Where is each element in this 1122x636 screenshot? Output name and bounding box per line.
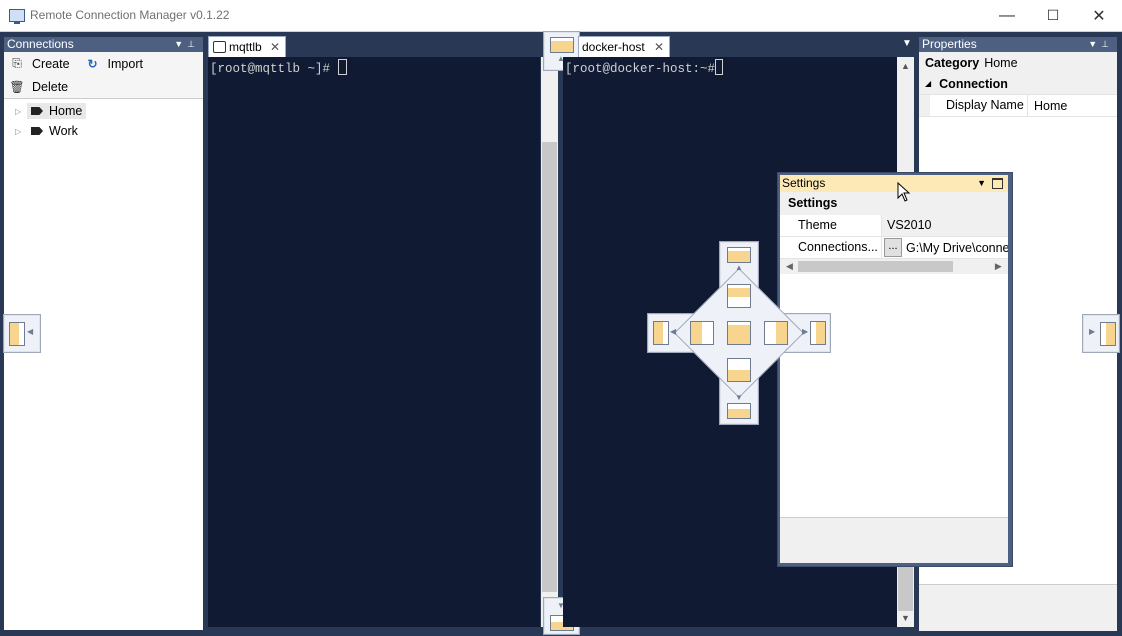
tab-docker-host[interactable]: docker-host ✕ bbox=[578, 36, 670, 58]
pin-icon[interactable]: ⊥ bbox=[1101, 39, 1113, 49]
tree-item-work[interactable]: ▷ Work bbox=[4, 121, 203, 141]
dock-inner-top[interactable] bbox=[727, 284, 751, 308]
scroll-down-icon[interactable]: ▼ bbox=[901, 613, 910, 623]
create-icon: ⎘ bbox=[12, 56, 22, 70]
tab-close-icon[interactable]: ✕ bbox=[270, 37, 280, 57]
property-name: Display Name bbox=[930, 95, 1028, 116]
minimize-button[interactable]: — bbox=[984, 0, 1030, 31]
terminal-icon bbox=[213, 41, 226, 53]
expand-icon[interactable]: ▷ bbox=[15, 107, 23, 116]
terminal-prompt: [root@mqttlb ~]# bbox=[210, 62, 338, 76]
maximize-icon[interactable] bbox=[992, 178, 1003, 189]
tree-item-home-content: Home bbox=[27, 103, 87, 119]
dock-compass: ▲ ◀ ▶ ▼ bbox=[647, 241, 831, 425]
property-name: Theme bbox=[780, 215, 882, 236]
arrow-right-icon: ▶ bbox=[802, 327, 809, 336]
connections-title: Connections bbox=[7, 37, 74, 51]
maximize-button[interactable]: ☐ bbox=[1030, 0, 1076, 31]
cursor bbox=[715, 59, 724, 75]
dock-guide-left[interactable]: ◀ bbox=[3, 314, 41, 353]
title-bar: Remote Connection Manager v0.1.22 — ☐ ✕ bbox=[0, 0, 1122, 32]
expand-icon[interactable]: ▷ bbox=[15, 127, 23, 136]
dock-outer-top[interactable] bbox=[727, 247, 751, 263]
settings-description-area bbox=[780, 517, 1008, 563]
property-value[interactable]: Home bbox=[1028, 99, 1067, 113]
category-label: Category bbox=[925, 55, 980, 70]
dropdown-icon[interactable]: ▼ bbox=[174, 39, 187, 49]
property-row[interactable]: Display Name Home bbox=[919, 95, 1117, 117]
connections-toolbar: ⎘ Create ↻ Import 🗑 Delete bbox=[4, 52, 203, 99]
arrow-right-icon: ▶ bbox=[1089, 327, 1096, 336]
dock-inner-bottom[interactable] bbox=[727, 358, 751, 382]
tab-list-dropdown-icon[interactable]: ▼ bbox=[902, 38, 912, 49]
scroll-thumb[interactable] bbox=[898, 567, 913, 611]
mouse-pointer-icon bbox=[897, 182, 911, 202]
terminal-line: [root@mqttlb ~]# bbox=[208, 57, 540, 78]
import-icon: ↻ bbox=[87, 56, 98, 71]
collapse-icon[interactable]: ◢ bbox=[925, 79, 931, 88]
dock-center[interactable] bbox=[727, 321, 751, 345]
tab-mqttlb[interactable]: mqttlb ✕ bbox=[208, 36, 286, 58]
tree-item-label: Work bbox=[49, 124, 78, 138]
tab-close-icon[interactable]: ✕ bbox=[654, 37, 664, 57]
property-section[interactable]: ◢ Connection bbox=[919, 73, 1117, 95]
dock-inner-left[interactable] bbox=[690, 321, 714, 345]
row-margin bbox=[919, 95, 930, 116]
tree-item-work-content: Work bbox=[27, 123, 82, 139]
settings-row-theme[interactable]: Theme VS2010 bbox=[780, 215, 1008, 237]
arrow-left-icon: ◀ bbox=[27, 327, 34, 336]
properties-title: Properties bbox=[922, 37, 977, 51]
trash-icon: 🗑 bbox=[9, 79, 25, 94]
dock-outer-bottom[interactable] bbox=[727, 403, 751, 419]
theme-value[interactable]: VS2010 bbox=[882, 215, 1008, 236]
properties-description-area bbox=[919, 584, 1117, 631]
cursor bbox=[337, 59, 347, 75]
dropdown-icon[interactable]: ▼ bbox=[1088, 39, 1101, 49]
tag-icon bbox=[31, 127, 43, 135]
pin-icon[interactable]: ⊥ bbox=[187, 39, 199, 49]
panel-header-buttons: ▼⊥ bbox=[1088, 37, 1113, 52]
arrow-left-icon: ◀ bbox=[670, 327, 677, 336]
connections-tree: ▷ Home ▷ Work bbox=[4, 99, 203, 141]
section-label: Connection bbox=[939, 76, 1008, 91]
connections-header: Connections ▼⊥ bbox=[4, 37, 203, 52]
tree-item-label: Home bbox=[49, 104, 83, 118]
dock-guide-right[interactable]: ▶ bbox=[1082, 314, 1120, 353]
tab-label: mqttlb bbox=[229, 40, 262, 54]
tab-label: docker-host bbox=[582, 40, 645, 54]
panel-header-buttons: ▼⊥ bbox=[174, 37, 199, 52]
tree-item-home[interactable]: ▷ Home bbox=[4, 101, 203, 121]
category-value: Home bbox=[984, 55, 1018, 70]
terminal-prompt: [root@docker-host:~# bbox=[565, 62, 716, 76]
create-button[interactable]: Create bbox=[32, 57, 70, 71]
dock-inner-right[interactable] bbox=[764, 321, 788, 345]
settings-header[interactable]: Settings ▼ bbox=[780, 175, 1008, 192]
browse-button[interactable]: ... bbox=[884, 238, 902, 257]
monitor-icon bbox=[9, 9, 25, 24]
delete-button[interactable]: Delete bbox=[32, 80, 68, 94]
tag-icon bbox=[31, 107, 43, 115]
scroll-right-icon[interactable]: ▶ bbox=[995, 261, 1002, 272]
dock-outer-left[interactable] bbox=[653, 321, 669, 345]
arrow-up-icon: ▲ bbox=[735, 263, 743, 272]
terminal-line: [root@docker-host:~# bbox=[563, 57, 897, 78]
window-title: Remote Connection Manager v0.1.22 bbox=[30, 8, 230, 22]
toolbar-row-1: ⎘ Create ↻ Import bbox=[4, 52, 203, 75]
terminal-scrollbar[interactable] bbox=[541, 57, 558, 627]
scroll-thumb[interactable] bbox=[542, 142, 557, 592]
toolbar-row-2: 🗑 Delete bbox=[4, 75, 203, 98]
arrow-down-icon: ▼ bbox=[735, 393, 743, 402]
scroll-up-icon[interactable]: ▲ bbox=[897, 61, 914, 71]
settings-section: Settings bbox=[780, 192, 1008, 215]
dock-outer-right[interactable] bbox=[810, 321, 826, 345]
terminal-mqttlb[interactable]: [root@mqttlb ~]# bbox=[208, 57, 540, 627]
category-row: Category Home bbox=[919, 52, 1117, 73]
dropdown-icon[interactable]: ▼ bbox=[977, 175, 986, 192]
import-button[interactable]: Import bbox=[108, 57, 143, 71]
properties-header: Properties ▼⊥ bbox=[919, 37, 1117, 52]
close-button[interactable]: ✕ bbox=[1076, 0, 1122, 31]
settings-title: Settings bbox=[782, 176, 826, 190]
connections-path[interactable]: G:\My Drive\connec bbox=[902, 241, 1008, 255]
